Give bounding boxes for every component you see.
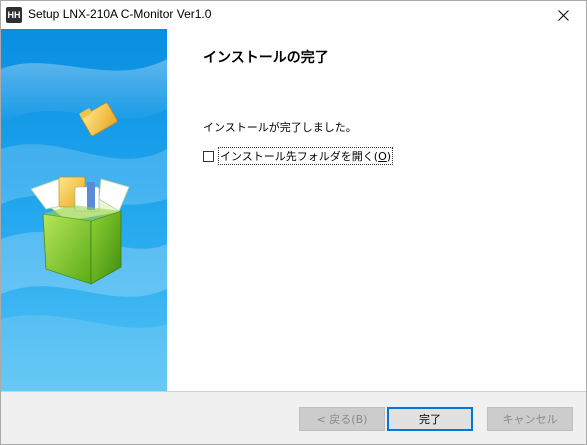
page-title: インストールの完了 [203,50,329,66]
button-bar: < 戻る(B) 完了 キャンセル [1,392,586,444]
close-button[interactable] [540,1,586,29]
window-title: Setup LNX-210A C-Monitor Ver1.0 [28,7,212,21]
back-button[interactable]: < 戻る(B) [299,407,385,431]
cancel-button[interactable]: キャンセル [487,407,573,431]
open-folder-checkbox-label[interactable]: インストール先フォルダを開く(O) [218,147,394,165]
close-icon [557,9,569,21]
open-folder-label-suffix: ) [386,150,392,163]
main-content: インストールの完了 インストールが完了しました。 インストール先フォルダを開く(… [167,29,586,391]
completion-message: インストールが完了しました。 [203,121,357,134]
software-box-icon [1,29,167,391]
open-folder-checkbox[interactable] [203,150,214,162]
open-folder-label-mnemonic: O [378,150,387,163]
side-banner [1,29,167,391]
finish-button[interactable]: 完了 [387,407,473,431]
setup-window: HH Setup LNX-210A C-Monitor Ver1.0 インストー… [0,0,587,445]
title-bar: HH Setup LNX-210A C-Monitor Ver1.0 [1,1,586,29]
open-folder-option[interactable]: インストール先フォルダを開く(O) [203,147,394,165]
app-icon: HH [6,7,22,23]
open-folder-label-prefix: インストール先フォルダを開く( [220,150,379,163]
